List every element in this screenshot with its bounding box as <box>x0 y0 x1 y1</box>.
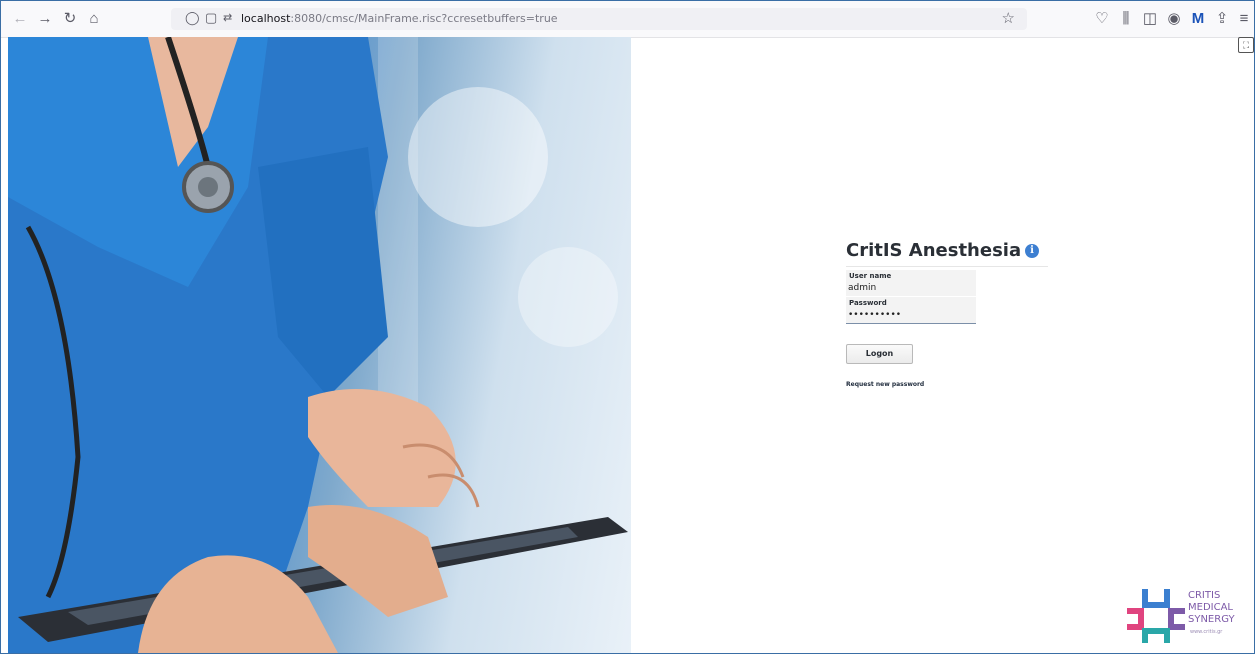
url-text[interactable]: localhost:8080/cmsc/MainFrame.risc?ccres… <box>241 12 558 25</box>
request-password-link[interactable]: Request new password <box>846 381 924 388</box>
page-icon[interactable]: ▢ <box>205 10 217 26</box>
password-field[interactable]: Password <box>846 297 976 324</box>
reload-icon[interactable]: ↻ <box>61 10 79 28</box>
app-title: CritIS Anesthesia <box>846 240 1022 261</box>
permissions-icon[interactable]: ⇄ <box>223 11 232 24</box>
sidebar-icon[interactable]: ◫ <box>1141 10 1159 28</box>
company-name-line3: SYNERGY <box>1188 614 1235 625</box>
company-name: CRITIS MEDICAL SYNERGY <box>1188 590 1235 626</box>
username-field[interactable]: User name <box>846 270 976 296</box>
extension-icon[interactable]: M <box>1189 10 1207 28</box>
company-url: www.critis.gr <box>1190 629 1223 635</box>
pocket-icon[interactable]: ♡ <box>1093 10 1111 28</box>
company-name-line1: CRITIS <box>1188 590 1221 601</box>
browser-toolbar: ← → ↻ ⌂ ◯ ▢ ⇄ localhost:8080/cmsc/MainFr… <box>1 1 1254 38</box>
fullscreen-icon[interactable]: ⛶ <box>1238 37 1254 53</box>
hero-image <box>8 37 631 653</box>
company-name-line2: MEDICAL <box>1188 602 1233 613</box>
logon-button[interactable]: Logon <box>846 344 913 364</box>
username-label: User name <box>849 272 892 280</box>
share-icon[interactable]: ⇪ <box>1213 10 1231 28</box>
address-bar[interactable]: ◯ ▢ ⇄ localhost:8080/cmsc/MainFrame.risc… <box>171 8 1027 30</box>
home-icon[interactable]: ⌂ <box>85 10 103 28</box>
menu-icon[interactable]: ≡ <box>1235 10 1253 28</box>
shield-icon[interactable]: ◯ <box>185 10 200 26</box>
forward-icon[interactable]: → <box>36 10 54 28</box>
critis-logo-icon <box>1127 589 1185 643</box>
star-icon[interactable]: ☆ <box>1002 9 1015 27</box>
password-input[interactable] <box>848 308 972 321</box>
account-icon[interactable]: ◉ <box>1165 10 1183 28</box>
library-icon[interactable]: ⫼ <box>1117 10 1135 28</box>
back-icon[interactable]: ← <box>11 10 29 28</box>
username-input[interactable] <box>848 281 972 294</box>
title-divider <box>846 266 1048 267</box>
password-label: Password <box>849 299 887 307</box>
info-icon[interactable]: i <box>1025 244 1039 258</box>
